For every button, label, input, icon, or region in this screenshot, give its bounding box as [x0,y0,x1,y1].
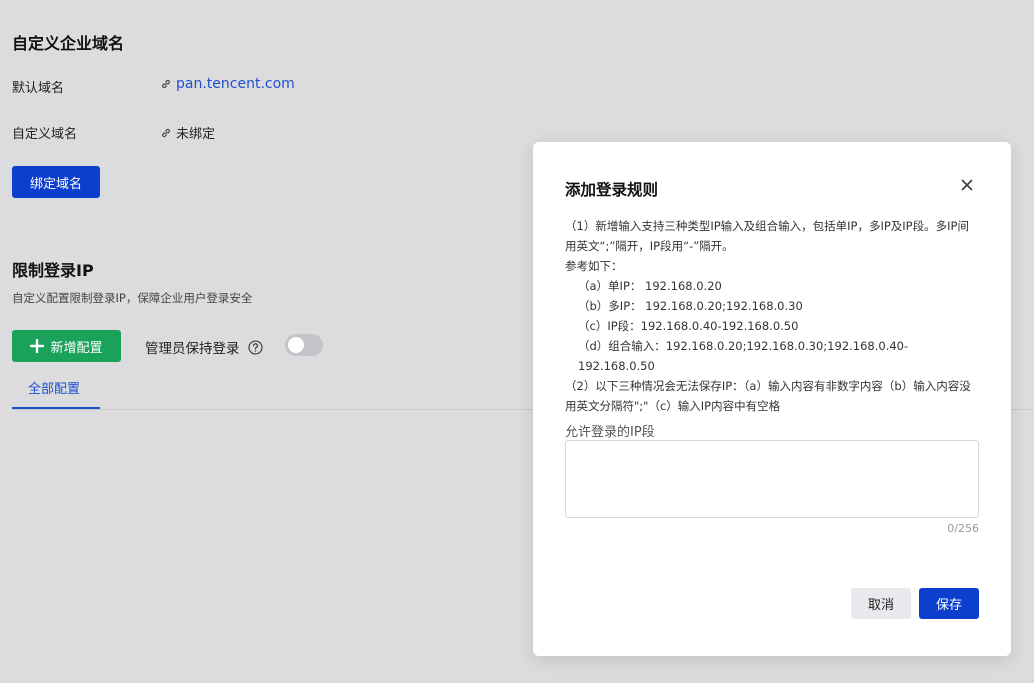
custom-domain-text: 未绑定 [176,127,216,142]
rule-line: 参考如下： [565,259,623,273]
rule-line: （c）IP段：192.168.0.40-192.168.0.50 [578,319,799,333]
admin-keep-login-toggle[interactable] [285,334,323,356]
save-button[interactable]: 保存 [919,588,979,619]
rule-line: （d）组合输入：192.168.0.20;192.168.0.30;192.16… [578,339,909,373]
plus-icon [30,339,45,353]
add-config-label: 新增配置 [50,340,103,356]
dialog-title: 添加登录规则 [565,181,659,199]
ip-range-field-label: 允许登录的IP段 [565,425,655,440]
default-domain-value[interactable]: pan.tencent.com [160,76,295,92]
link-icon [162,79,170,89]
question-circle-icon[interactable] [247,339,263,355]
link-icon [162,128,170,137]
rule-line: （a）单IP： 192.168.0.20 [578,279,722,293]
custom-domain-label: 自定义域名 [12,127,78,142]
ip-section-description: 自定义配置限制登录IP，保障企业用户登录安全 [12,291,253,305]
custom-domain-value: 未绑定 [160,123,215,142]
admin-keep-login: 管理员保持登录 [145,337,263,357]
cancel-button[interactable]: 取消 [851,588,911,619]
rule-line: （1）新增输入支持三种类型IP输入及组合输入，包括单IP，多IP及IP段。多IP… [565,219,969,253]
rule-line: （b）多IP： 192.168.0.20;192.168.0.30 [578,299,803,313]
default-domain-label: 默认域名 [12,81,65,96]
domain-section-title: 自定义企业域名 [12,34,125,53]
default-domain-text[interactable]: pan.tencent.com [176,76,295,92]
char-counter: 0/256 [947,522,979,535]
ip-section-title: 限制登录IP [12,261,94,280]
admin-keep-login-label: 管理员保持登录 [145,341,240,357]
add-config-button[interactable]: 新增配置 [12,330,121,362]
toggle-knob [288,337,304,353]
tab-all-config[interactable]: 全部配置 [28,378,80,397]
bind-domain-button[interactable]: 绑定域名 [12,166,100,198]
rules-description: （1）新增输入支持三种类型IP输入及组合输入，包括单IP，多IP及IP段。多IP… [565,216,979,416]
add-login-rule-dialog: 添加登录规则 （1）新增输入支持三种类型IP输入及组合输入，包括单IP，多IP及… [533,142,1011,656]
ip-range-input[interactable] [565,440,979,518]
rule-line: （2）以下三种情况会无法保存IP：（a）输入内容有非数字内容（b）输入内容没用英… [565,379,971,413]
close-icon-glyph [961,179,973,191]
close-icon[interactable] [959,178,975,194]
page: 自定义企业域名 默认域名 pan.tencent.com 自定义域名 未绑定 绑… [0,0,1034,683]
